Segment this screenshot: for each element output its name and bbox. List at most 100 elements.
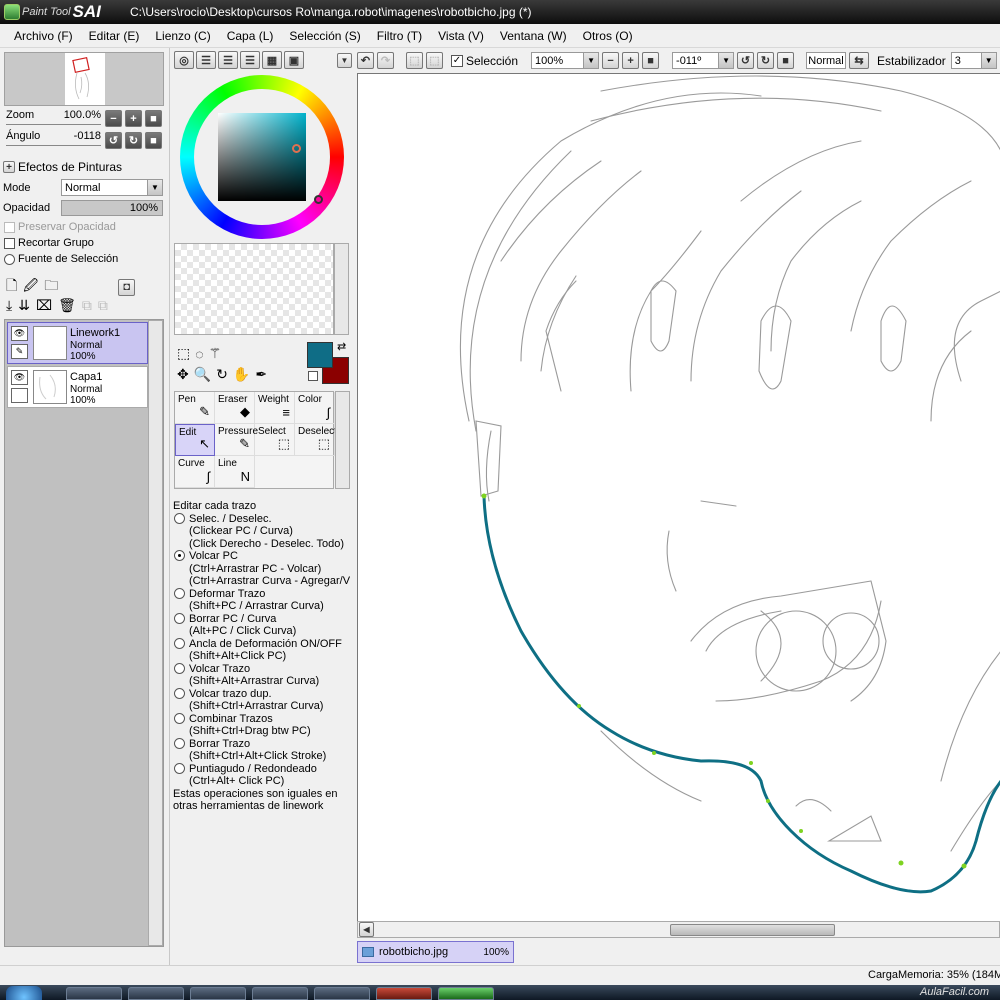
help-option[interactable]: Volcar trazo dup. (Shift+Ctrl+Arrastrar C… — [173, 687, 353, 713]
zoom-out-button[interactable]: − — [105, 110, 122, 127]
drawing-canvas[interactable] — [357, 73, 1000, 921]
color-wheel-tab-icon[interactable]: ◎ — [174, 51, 194, 69]
scroll-left-icon[interactable]: ◀ — [359, 922, 374, 937]
undo-icon[interactable]: ↶ — [357, 52, 374, 69]
rotate-view-icon[interactable]: ↻ — [216, 366, 228, 383]
clip-group-row[interactable]: Recortar Grupo — [4, 237, 94, 249]
effects-row[interactable]: + Efectos de Pinturas — [3, 160, 122, 174]
preserve-opacity-checkbox[interactable] — [4, 221, 15, 233]
tool-pressure[interactable]: Pressure ✎ — [215, 424, 258, 456]
taskbar-app-icon[interactable] — [314, 987, 370, 1000]
rect-select-icon[interactable]: ⬚ — [177, 345, 190, 362]
taskbar-sai-icon[interactable] — [438, 987, 494, 1000]
angle-select[interactable]: -011º ▼ — [672, 52, 735, 69]
selected-stroke[interactable] — [482, 495, 1000, 894]
document-tab[interactable]: robotbicho.jpg 100% — [357, 941, 514, 963]
saturation-value-square[interactable] — [218, 113, 306, 201]
eye-icon[interactable]: 👁 — [11, 370, 28, 385]
option-radio[interactable] — [174, 550, 185, 561]
new-folder-icon[interactable]: 🗀 — [44, 275, 58, 299]
help-option[interactable]: Deformar Trazo (Shift+PC / Arrastrar Curv… — [173, 587, 353, 613]
zoom-out-icon[interactable]: − — [602, 52, 620, 69]
zoom-in-button[interactable]: + — [125, 110, 142, 127]
canvas-horizontal-scrollbar[interactable]: ◀ — [357, 921, 1000, 938]
help-option[interactable]: Volcar Trazo (Shift+Alt+Arrastrar Curva) — [173, 662, 353, 688]
layer-list-scrollbar[interactable] — [148, 320, 163, 946]
rotate-reset-button[interactable]: ■ — [145, 132, 162, 149]
blend-mode-select[interactable]: Normal ▼ — [61, 179, 163, 196]
tool-line[interactable]: Line N — [215, 456, 255, 488]
taskbar-media-icon[interactable] — [190, 987, 246, 1000]
scratchpad-area[interactable] — [174, 243, 334, 335]
help-option[interactable]: Borrar PC / Curva (Alt+PC / Click Curva) — [173, 612, 353, 638]
tool-curve[interactable]: Curve ∫ — [175, 456, 215, 488]
tool-grid-scrollbar[interactable] — [335, 391, 350, 489]
sv-picker-cursor[interactable] — [292, 144, 301, 153]
option-radio[interactable] — [174, 712, 185, 724]
rotate-reset-icon[interactable]: ■ — [777, 52, 795, 69]
magnifier-icon[interactable]: 🔍 — [194, 366, 211, 383]
preserve-opacity-row[interactable]: Preservar Opacidad — [4, 221, 116, 233]
taskbar-chrome-icon[interactable] — [376, 987, 432, 1000]
menu-lienzo[interactable]: Lienzo (C) — [147, 29, 218, 43]
layer-item-capa1[interactable]: 👁 Capa1 Normal 100% — [7, 366, 148, 408]
option-radio[interactable] — [174, 612, 185, 624]
taskbar-ie-icon[interactable] — [66, 987, 122, 1000]
expand-plus-icon[interactable]: + — [3, 161, 15, 173]
selection-source-row[interactable]: Fuente de Selección — [4, 253, 118, 265]
menu-capa[interactable]: Capa (L) — [219, 29, 282, 43]
transparent-color-icon[interactable] — [308, 371, 318, 381]
clear-layer-icon[interactable]: ⌧ — [36, 297, 52, 314]
tool-deselect[interactable]: Deselect ⬚ — [295, 424, 337, 456]
stabilizer-select[interactable]: 3 ▼ — [950, 52, 997, 69]
new-linework-layer-icon[interactable]: 🖉 — [23, 275, 38, 299]
pen-icon[interactable]: ✎ — [11, 344, 28, 359]
selection-source-radio[interactable] — [4, 253, 15, 265]
new-layer-icon[interactable]: 🗋 — [6, 275, 17, 299]
zoom-slider[interactable] — [6, 124, 101, 125]
menu-otros[interactable]: Otros (O) — [575, 29, 641, 43]
primary-color-swatch[interactable] — [307, 342, 333, 368]
zoom-fit-icon[interactable]: ■ — [642, 52, 660, 69]
tool-color[interactable]: Color ∫ — [295, 392, 335, 424]
rgb-slider-tab-icon[interactable]: ☰ — [196, 51, 216, 69]
scratchpad-tab-icon[interactable]: ▣ — [284, 51, 304, 69]
taskbar-app-icon[interactable] — [252, 987, 308, 1000]
lasso-icon[interactable]: ◌ — [195, 346, 203, 362]
merge-down-icon[interactable]: ⇊ — [18, 297, 30, 314]
rotate-ccw-icon[interactable]: ↺ — [737, 52, 755, 69]
option-radio[interactable] — [174, 512, 185, 524]
clip-group-checkbox[interactable] — [4, 237, 15, 249]
zoom-in-icon[interactable]: + — [622, 52, 640, 69]
hue-picker-cursor[interactable] — [314, 195, 323, 204]
menu-seleccion[interactable]: Selección (S) — [281, 29, 368, 43]
trash-icon[interactable]: 🗑 — [58, 297, 76, 314]
option-radio[interactable] — [174, 762, 185, 774]
zoom-select[interactable]: 100% ▼ — [531, 52, 600, 69]
panel-collapse-icon[interactable]: ▼ — [337, 53, 352, 68]
option-radio[interactable] — [174, 687, 185, 699]
tool-select[interactable]: Select ⬚ — [255, 424, 295, 456]
zoom-reset-button[interactable]: ■ — [145, 110, 162, 127]
menu-filtro[interactable]: Filtro (T) — [369, 29, 430, 43]
navigator-preview[interactable] — [4, 52, 164, 106]
tool-eraser[interactable]: Eraser ◆ — [215, 392, 255, 424]
help-option[interactable]: Ancla de Deformación ON/OFF (Shift+Alt+Cl… — [173, 637, 353, 663]
rotate-cw-icon[interactable]: ↻ — [757, 52, 775, 69]
tool-edit[interactable]: Edit ↖ — [175, 424, 215, 456]
menu-editar[interactable]: Editar (E) — [81, 29, 148, 43]
rotate-left-button[interactable]: ↺ — [105, 132, 122, 149]
move-icon[interactable]: ✥ — [177, 366, 189, 383]
help-option[interactable]: Volcar PC (Ctrl+Arrastrar PC - Volcar) (Ct… — [173, 550, 353, 588]
mix-slider-tab-icon[interactable]: ☰ — [240, 51, 260, 69]
layer-item-linework1[interactable]: 👁 ✎ Linework1 Normal 100% — [7, 322, 148, 364]
view-blend-select[interactable]: Normal — [806, 52, 847, 69]
taskbar-folder-icon[interactable] — [128, 987, 184, 1000]
help-option[interactable]: Selec. / Deselec. (Clickear PC / Curva) (C… — [173, 512, 353, 551]
menu-archivo[interactable]: Archivo (F) — [6, 29, 81, 43]
menu-vista[interactable]: Vista (V) — [430, 29, 492, 43]
rotate-right-button[interactable]: ↻ — [125, 132, 142, 149]
help-option[interactable]: Puntiagudo / Redondeado (Ctrl+Alt+ Click … — [173, 762, 353, 788]
hsv-slider-tab-icon[interactable]: ☰ — [218, 51, 238, 69]
menu-ventana[interactable]: Ventana (W) — [492, 29, 575, 43]
